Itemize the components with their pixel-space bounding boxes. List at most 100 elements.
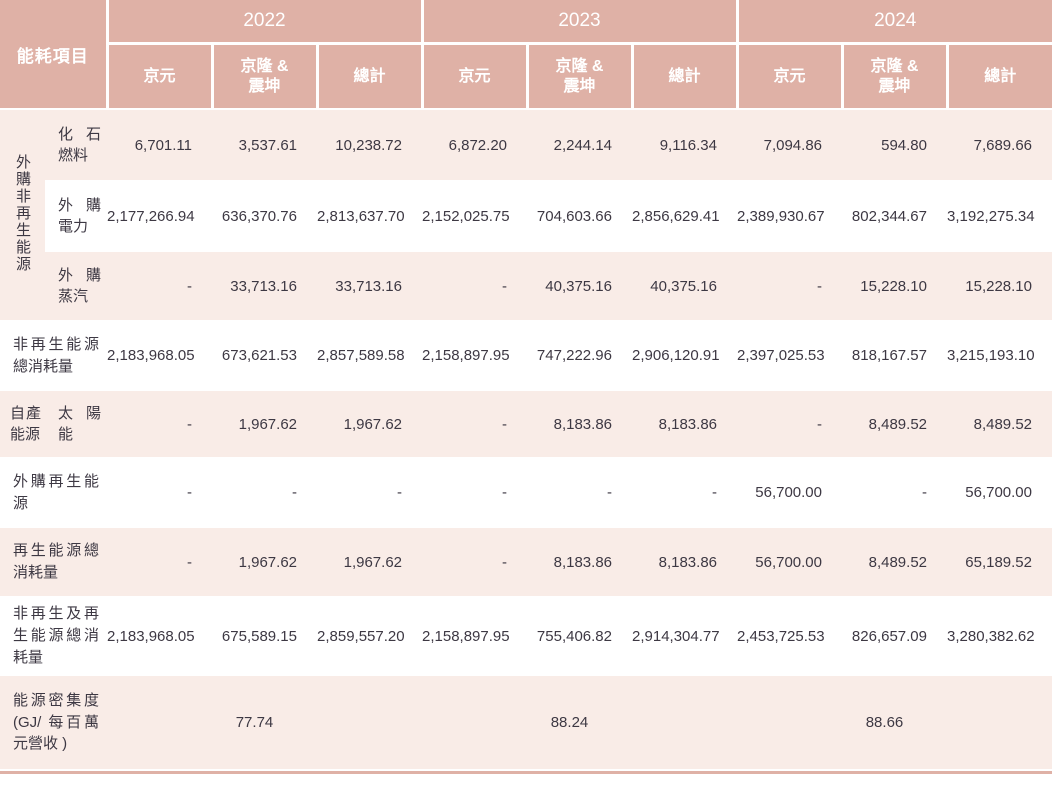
- value-cell: 8,183.86: [527, 390, 632, 458]
- subcolumn-header-2023-1: 京隆 & 震坤: [527, 44, 632, 110]
- value-cell: 8,489.52: [842, 527, 947, 597]
- value-cell: 7,094.86: [737, 109, 842, 181]
- table-row: 自產能源太陽能-1,967.621,967.62-8,183.868,183.8…: [0, 390, 1052, 458]
- row-label: 再生能源總消耗量: [0, 527, 107, 597]
- value-cell: 747,222.96: [527, 321, 632, 390]
- row-label: 外購電力: [45, 181, 107, 251]
- energy-table: 能耗項目202220232024京元京隆 & 震坤總計京元京隆 & 震坤總計京元…: [0, 0, 1052, 771]
- value-cell: -: [737, 390, 842, 458]
- row-label: 化石燃料: [45, 109, 107, 181]
- table-row: 外購再生能源------56,700.00-56,700.00: [0, 458, 1052, 527]
- value-cell: 33,713.16: [317, 251, 422, 321]
- subcolumn-header-2024-2: 總計: [947, 44, 1052, 110]
- year-header-2023: 2023: [422, 0, 737, 44]
- value-cell: 2,152,025.75: [422, 181, 527, 251]
- value-cell: -: [422, 251, 527, 321]
- table-row: 非再生能源總消耗量2,183,968.05673,621.532,857,589…: [0, 321, 1052, 390]
- year-header-2024: 2024: [737, 0, 1052, 44]
- bottom-divider: [0, 771, 1052, 774]
- table-row: 外購電力2,177,266.94636,370.762,813,637.702,…: [0, 181, 1052, 251]
- value-cell: 15,228.10: [842, 251, 947, 321]
- value-cell: 56,700.00: [947, 458, 1052, 527]
- value-cell: -: [422, 527, 527, 597]
- value-cell: 7,689.66: [947, 109, 1052, 181]
- value-cell: 2,857,589.58: [317, 321, 422, 390]
- value-cell: -: [632, 458, 737, 527]
- value-cell: 2,158,897.95: [422, 321, 527, 390]
- subcolumn-header-2024-1: 京隆 & 震坤: [842, 44, 947, 110]
- value-cell: 1,967.62: [212, 527, 317, 597]
- value-cell: 8,489.52: [947, 390, 1052, 458]
- value-cell: 594.80: [842, 109, 947, 181]
- value-cell: 56,700.00: [737, 527, 842, 597]
- value-cell: -: [212, 458, 317, 527]
- value-cell: 826,657.09: [842, 597, 947, 675]
- value-cell: -: [107, 458, 212, 527]
- value-cell: 3,215,193.10: [947, 321, 1052, 390]
- value-cell: 1,967.62: [317, 390, 422, 458]
- value-cell: 673,621.53: [212, 321, 317, 390]
- value-cell: 88.66: [737, 675, 1052, 770]
- value-cell: 33,713.16: [212, 251, 317, 321]
- table-header: 能耗項目202220232024京元京隆 & 震坤總計京元京隆 & 震坤總計京元…: [0, 0, 1052, 109]
- value-cell: 2,158,897.95: [422, 597, 527, 675]
- value-cell: 2,813,637.70: [317, 181, 422, 251]
- group-label-text: 外購非再生能源: [15, 154, 30, 273]
- value-cell: 2,389,930.67: [737, 181, 842, 251]
- subcolumn-header-2024-0: 京元: [737, 44, 842, 110]
- subcolumn-header-2023-0: 京元: [422, 44, 527, 110]
- table-row: 外購非再生能源化石燃料6,701.113,537.6110,238.726,87…: [0, 109, 1052, 181]
- row-label: 太陽能: [45, 390, 107, 458]
- value-cell: 636,370.76: [212, 181, 317, 251]
- subcolumn-header-2022-2: 總計: [317, 44, 422, 110]
- value-cell: 3,192,275.34: [947, 181, 1052, 251]
- table-row: 能源密集度 (GJ/ 每百萬元營收 )77.7488.2488.66: [0, 675, 1052, 770]
- value-cell: -: [107, 390, 212, 458]
- value-cell: 10,238.72: [317, 109, 422, 181]
- value-cell: -: [107, 527, 212, 597]
- table-row: 非再生及再生能源總消耗量2,183,968.05675,589.152,859,…: [0, 597, 1052, 675]
- value-cell: 9,116.34: [632, 109, 737, 181]
- value-cell: 2,859,557.20: [317, 597, 422, 675]
- value-cell: 3,537.61: [212, 109, 317, 181]
- value-cell: 2,856,629.41: [632, 181, 737, 251]
- value-cell: 40,375.16: [632, 251, 737, 321]
- group-label: 自產能源: [0, 390, 45, 458]
- value-cell: 704,603.66: [527, 181, 632, 251]
- value-cell: 1,967.62: [317, 527, 422, 597]
- row-label: 能源密集度 (GJ/ 每百萬元營收 ): [0, 675, 107, 770]
- value-cell: 2,906,120.91: [632, 321, 737, 390]
- value-cell: 40,375.16: [527, 251, 632, 321]
- table-body: 外購非再生能源化石燃料6,701.113,537.6110,238.726,87…: [0, 109, 1052, 770]
- value-cell: 818,167.57: [842, 321, 947, 390]
- value-cell: -: [317, 458, 422, 527]
- table-row: 外購蒸汽-33,713.1633,713.16-40,375.1640,375.…: [0, 251, 1052, 321]
- value-cell: 65,189.52: [947, 527, 1052, 597]
- row-label: 外購蒸汽: [45, 251, 107, 321]
- value-cell: 755,406.82: [527, 597, 632, 675]
- value-cell: -: [107, 251, 212, 321]
- value-cell: 1,967.62: [212, 390, 317, 458]
- value-cell: 56,700.00: [737, 458, 842, 527]
- value-cell: -: [737, 251, 842, 321]
- value-cell: 8,183.86: [632, 527, 737, 597]
- value-cell: 77.74: [107, 675, 422, 770]
- value-cell: 2,183,968.05: [107, 321, 212, 390]
- value-cell: 6,701.11: [107, 109, 212, 181]
- value-cell: -: [527, 458, 632, 527]
- group-label-vertical: 外購非再生能源: [0, 109, 45, 321]
- value-cell: 8,489.52: [842, 390, 947, 458]
- value-cell: 2,914,304.77: [632, 597, 737, 675]
- value-cell: 8,183.86: [632, 390, 737, 458]
- year-header-2022: 2022: [107, 0, 422, 44]
- value-cell: 2,183,968.05: [107, 597, 212, 675]
- value-cell: 88.24: [422, 675, 737, 770]
- value-cell: 15,228.10: [947, 251, 1052, 321]
- value-cell: 6,872.20: [422, 109, 527, 181]
- value-cell: -: [842, 458, 947, 527]
- row-label: 非再生及再生能源總消耗量: [0, 597, 107, 675]
- subcolumn-header-2022-0: 京元: [107, 44, 212, 110]
- value-cell: 2,397,025.53: [737, 321, 842, 390]
- value-cell: 2,244.14: [527, 109, 632, 181]
- value-cell: 8,183.86: [527, 527, 632, 597]
